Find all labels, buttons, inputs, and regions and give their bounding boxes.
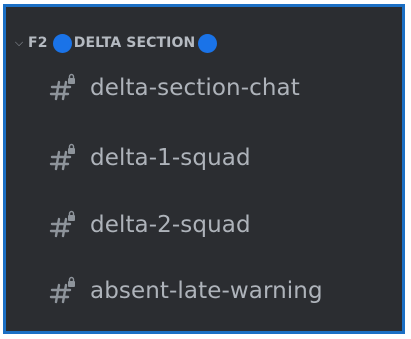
channel-label: absent-late-warning	[90, 278, 323, 304]
locked-hash-icon	[48, 276, 78, 306]
chevron-down-icon: ⌵	[14, 36, 24, 49]
blue-circle-emoji-icon	[198, 33, 218, 53]
channel-item-absent-late-warning[interactable]: absent-late-warning	[48, 274, 323, 308]
category-code: F2	[28, 35, 48, 51]
channel-list-panel: ⌵ F2 DELTA SECTION delta-section-chat de…	[3, 4, 405, 334]
category-name: DELTA SECTION	[73, 35, 196, 51]
locked-hash-icon	[48, 143, 78, 173]
blue-circle-emoji-icon	[52, 33, 72, 53]
category-header-delta-section[interactable]: ⌵ F2 DELTA SECTION	[6, 33, 218, 53]
channel-label: delta-1-squad	[90, 145, 251, 171]
channel-item-delta-2-squad[interactable]: delta-2-squad	[48, 208, 251, 242]
locked-hash-icon	[48, 73, 78, 103]
channel-label: delta-2-squad	[90, 212, 251, 238]
channel-item-delta-1-squad[interactable]: delta-1-squad	[48, 141, 251, 175]
channel-item-delta-section-chat[interactable]: delta-section-chat	[48, 71, 300, 105]
channel-label: delta-section-chat	[90, 75, 300, 101]
locked-hash-icon	[48, 210, 78, 240]
